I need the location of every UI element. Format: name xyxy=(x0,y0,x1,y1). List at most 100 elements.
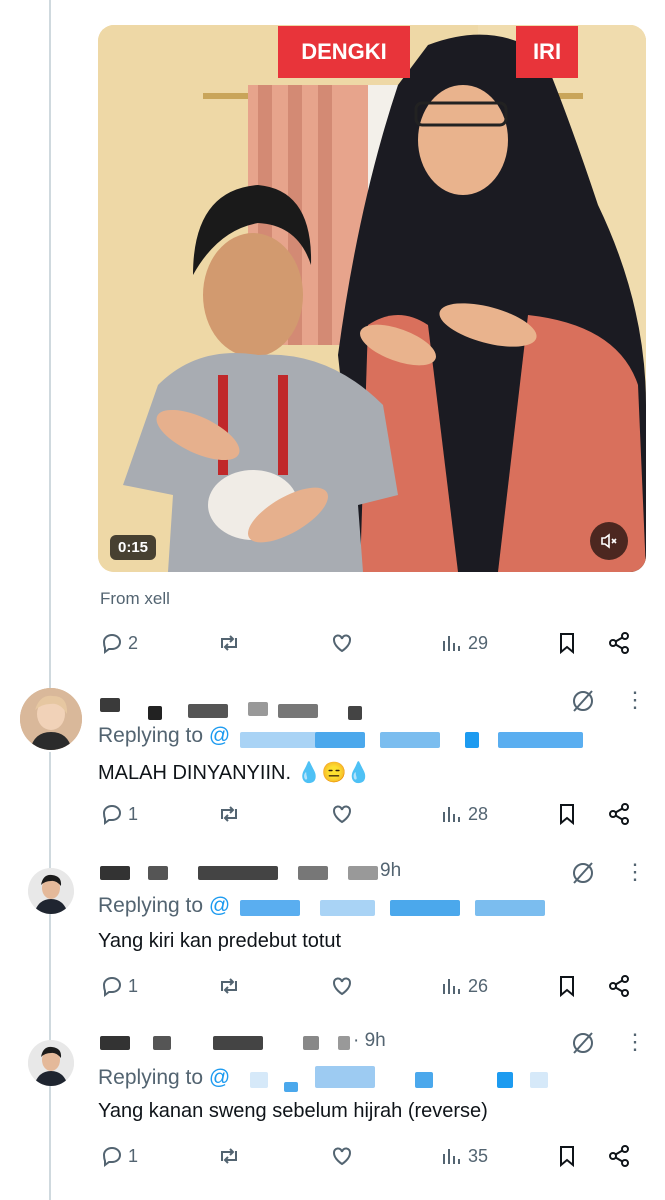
like-button[interactable] xyxy=(330,802,354,826)
views-button[interactable]: 26 xyxy=(440,974,488,998)
like-icon xyxy=(333,634,351,653)
bookmark-button[interactable] xyxy=(555,1144,579,1168)
reply-text: Yang kanan sweng sebelum hijrah (reverse… xyxy=(98,1100,488,1122)
replying-to: Replying to @ xyxy=(98,1066,230,1090)
video-tag-right: IRI xyxy=(516,26,578,78)
share-button[interactable] xyxy=(607,802,631,826)
views-icon xyxy=(443,636,460,651)
views-count: 29 xyxy=(468,632,489,653)
views-icon xyxy=(443,979,460,994)
main-tweet-actions: 2 29 xyxy=(100,628,635,658)
reply-count: 1 xyxy=(128,975,139,996)
like-icon xyxy=(333,1147,351,1166)
views-icon xyxy=(443,807,460,822)
mention-redacted xyxy=(250,1066,550,1092)
views-button[interactable]: 35 xyxy=(440,1144,488,1168)
retweet-icon xyxy=(221,978,237,994)
more-icon[interactable]: ⋮ xyxy=(624,1031,646,1053)
bookmark-button[interactable] xyxy=(555,802,579,826)
reply-count: 1 xyxy=(128,803,139,824)
more-icon[interactable]: ⋮ xyxy=(624,861,646,883)
views-count: 28 xyxy=(468,803,489,824)
views-button[interactable]: 28 xyxy=(440,802,488,826)
bookmark-icon xyxy=(560,976,574,998)
reply-text: Yang kiri kan predebut totut xyxy=(98,930,342,952)
share-icon xyxy=(609,1145,629,1167)
retweet-button[interactable] xyxy=(217,974,241,998)
reply-actions: 1 28 xyxy=(100,799,635,829)
like-button[interactable] xyxy=(330,631,354,655)
reply-mention[interactable]: @ xyxy=(209,724,230,747)
grok-icon[interactable] xyxy=(570,688,596,719)
reply-text: MALAH DINYANYIIN. 💧😑💧 xyxy=(98,762,372,784)
bookmark-button[interactable] xyxy=(555,631,579,655)
bookmark-icon xyxy=(560,804,574,826)
retweet-icon xyxy=(221,1148,237,1164)
mention-redacted xyxy=(240,900,550,916)
replying-prefix: Replying to xyxy=(98,894,204,917)
reply-actions: 1 35 xyxy=(100,1141,635,1171)
replying-prefix: Replying to xyxy=(98,724,204,747)
share-icon xyxy=(609,975,629,997)
grok-icon[interactable] xyxy=(570,860,596,891)
views-button[interactable]: 29 xyxy=(440,631,488,655)
video-frame xyxy=(98,25,646,572)
views-count: 35 xyxy=(468,1145,489,1166)
video-player[interactable]: DENGKI IRI 0:15 xyxy=(98,25,646,572)
retweet-button[interactable] xyxy=(217,1144,241,1168)
views-icon xyxy=(443,1149,460,1164)
thread-line xyxy=(49,0,51,690)
reply-button[interactable]: 1 xyxy=(100,974,138,998)
reply-tweet[interactable]: · 9h ⋮ Replying to @ Yang kanan sweng se… xyxy=(0,1030,665,1200)
retweet-button[interactable] xyxy=(217,802,241,826)
retweet-button[interactable] xyxy=(217,631,241,655)
share-button[interactable] xyxy=(607,631,631,655)
mention-redacted xyxy=(240,732,585,748)
avatar[interactable] xyxy=(28,868,74,914)
more-icon[interactable]: ⋮ xyxy=(624,689,646,711)
like-button[interactable] xyxy=(330,1144,354,1168)
reply-button[interactable]: 2 xyxy=(100,631,138,655)
author-name-redacted[interactable] xyxy=(98,694,558,720)
bookmark-icon xyxy=(560,1146,574,1168)
reply-count: 2 xyxy=(128,632,139,653)
reply-count: 1 xyxy=(128,1145,139,1166)
reply-button[interactable]: 1 xyxy=(100,802,138,826)
reply-time[interactable]: 9h xyxy=(380,860,401,882)
reply-button[interactable]: 1 xyxy=(100,1144,138,1168)
reply-tweet[interactable]: 9h ⋮ Replying to @ Yang kiri kan predebu… xyxy=(0,860,665,1020)
share-button[interactable] xyxy=(607,1144,631,1168)
share-button[interactable] xyxy=(607,974,631,998)
like-button[interactable] xyxy=(330,974,354,998)
grok-icon[interactable] xyxy=(570,1030,596,1061)
like-icon xyxy=(333,805,351,824)
replying-prefix: Replying to xyxy=(98,1066,204,1089)
reply-icon xyxy=(102,976,122,997)
mute-icon[interactable] xyxy=(590,522,628,560)
avatar[interactable] xyxy=(20,688,82,750)
avatar[interactable] xyxy=(28,1040,74,1086)
reply-tweet[interactable]: ⋮ Replying to @ MALAH DINYANYIIN. 💧😑💧 1 … xyxy=(0,688,665,848)
share-icon xyxy=(609,803,629,825)
share-icon xyxy=(609,632,629,654)
replying-to: Replying to @ xyxy=(98,724,230,748)
video-duration: 0:15 xyxy=(110,535,157,560)
like-icon xyxy=(333,977,351,996)
reply-actions: 1 26 xyxy=(100,971,635,1001)
replying-to: Replying to @ xyxy=(98,894,230,918)
bookmark-icon xyxy=(560,633,574,655)
reply-mention[interactable]: @ xyxy=(209,894,230,917)
video-attribution[interactable]: From xell xyxy=(100,589,170,609)
author-name-redacted[interactable] xyxy=(98,1032,558,1054)
reply-icon xyxy=(102,633,122,654)
retweet-icon xyxy=(221,806,237,822)
video-tag-left: DENGKI xyxy=(278,26,410,78)
author-name-redacted[interactable] xyxy=(98,862,558,884)
bookmark-button[interactable] xyxy=(555,974,579,998)
reply-icon xyxy=(102,1146,122,1167)
retweet-icon xyxy=(221,635,237,651)
reply-time[interactable]: · 9h xyxy=(353,1030,386,1052)
reply-mention[interactable]: @ xyxy=(209,1066,230,1089)
reply-icon xyxy=(102,804,122,825)
views-count: 26 xyxy=(468,975,489,996)
